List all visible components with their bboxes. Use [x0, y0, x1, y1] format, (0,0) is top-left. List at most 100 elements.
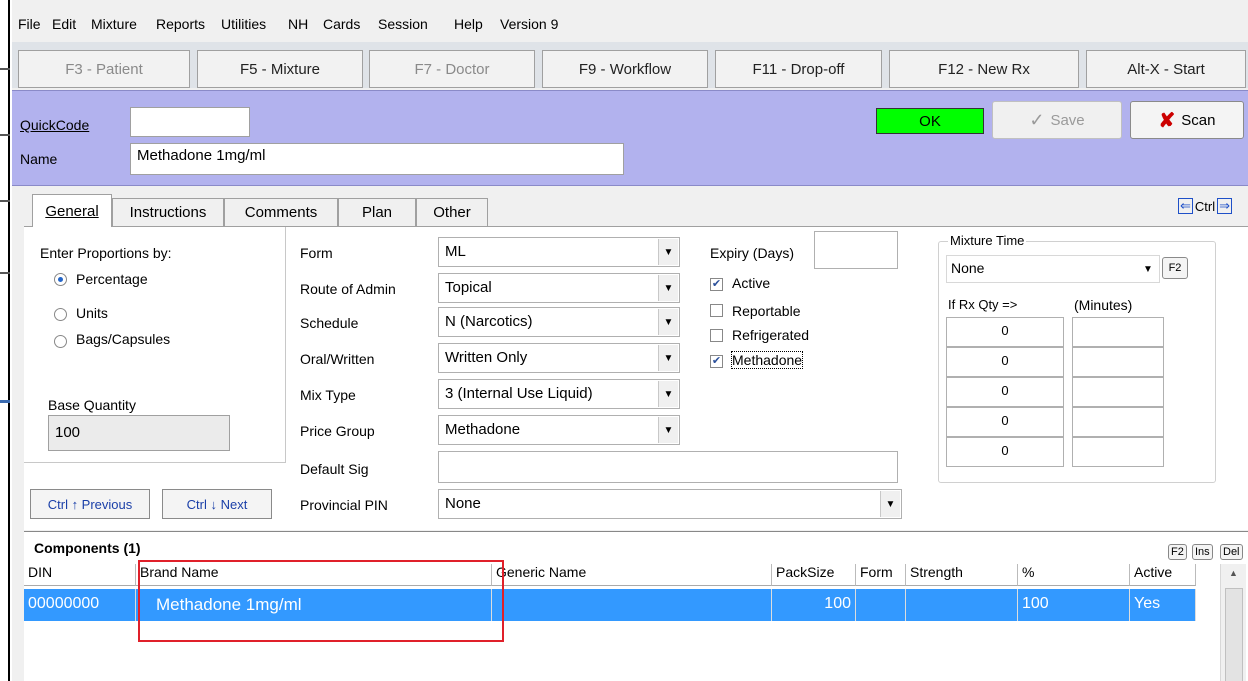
menu-reports[interactable]: Reports — [156, 16, 205, 32]
refrigerated-checkbox[interactable] — [710, 329, 723, 342]
ins-key-button[interactable]: Ins — [1192, 544, 1213, 560]
chevron-down-icon[interactable]: ▼ — [658, 345, 678, 371]
components-title: Components (1) — [34, 540, 141, 556]
minutes-input-1[interactable] — [1072, 317, 1164, 347]
column-header-strength[interactable]: Strength — [906, 564, 1018, 586]
tab-strip: General Instructions Comments Plan Other… — [12, 186, 1248, 227]
radio-units[interactable] — [54, 308, 67, 321]
form-label: Form — [300, 245, 333, 261]
rx-qty-input-2[interactable]: 0 — [946, 347, 1064, 377]
chevron-down-icon[interactable]: ▼ — [658, 239, 678, 265]
oral-written-select[interactable]: Written Only ▼ — [438, 343, 680, 373]
rx-qty-input-5[interactable]: 0 — [946, 437, 1064, 467]
start-button[interactable]: Alt-X - Start — [1086, 50, 1246, 88]
mixture-time-select[interactable]: None ▼ — [946, 255, 1160, 283]
f2-key-button[interactable]: F2 — [1168, 544, 1187, 560]
new-rx-button[interactable]: F12 - New Rx — [889, 50, 1079, 88]
arrow-right-icon[interactable]: ⇒ — [1217, 198, 1233, 214]
menu-mixture[interactable]: Mixture — [91, 16, 137, 32]
chevron-down-icon[interactable]: ▼ — [658, 275, 678, 301]
menu-session[interactable]: Session — [378, 16, 428, 32]
minutes-input-4[interactable] — [1072, 407, 1164, 437]
menu-version[interactable]: Version 9 — [500, 16, 558, 32]
provincial-pin-select[interactable]: None ▼ — [438, 489, 902, 519]
minutes-input-5[interactable] — [1072, 437, 1164, 467]
close-x-icon: ✘ — [1158, 109, 1176, 132]
menu-edit[interactable]: Edit — [52, 16, 76, 32]
route-select[interactable]: Topical ▼ — [438, 273, 680, 303]
general-tab-panel: Enter Proportions by: Percentage Units B… — [24, 226, 1248, 530]
tab-plan-label: Plan — [361, 204, 393, 221]
tab-other-label: Other — [433, 204, 471, 221]
mix-type-select[interactable]: 3 (Internal Use Liquid) ▼ — [438, 379, 680, 409]
window-left-frame — [0, 0, 10, 681]
drop-off-button[interactable]: F11 - Drop-off — [715, 50, 882, 88]
route-value: Topical — [445, 279, 492, 296]
chevron-down-icon[interactable]: ▼ — [658, 417, 678, 443]
doctor-button[interactable]: F7 - Doctor — [369, 50, 535, 88]
chevron-down-icon[interactable]: ▼ — [658, 381, 678, 407]
schedule-select[interactable]: N (Narcotics) ▼ — [438, 307, 680, 337]
menu-file[interactable]: File — [18, 16, 41, 32]
rx-qty-label: If Rx Qty => — [948, 297, 1018, 312]
del-key-button[interactable]: Del — [1220, 544, 1243, 560]
tab-comments[interactable]: Comments — [224, 198, 338, 226]
mixture-time-value: None — [951, 260, 985, 276]
menu-utilities[interactable]: Utilities — [221, 16, 266, 32]
scroll-up-icon[interactable]: ▲ — [1229, 568, 1238, 578]
name-input[interactable]: Methadone 1mg/ml — [130, 143, 624, 175]
menu-help[interactable]: Help — [454, 16, 483, 32]
tab-instructions[interactable]: Instructions — [112, 198, 224, 226]
scrollbar-thumb[interactable] — [1225, 588, 1243, 681]
active-checkbox[interactable]: ✔ — [710, 278, 723, 291]
frame-tick — [0, 400, 10, 403]
column-header-generic-name[interactable]: Generic Name — [492, 564, 772, 586]
radio-bags-capsules[interactable] — [54, 335, 67, 348]
next-button[interactable]: Ctrl ↓ Next — [162, 489, 272, 519]
tab-other[interactable]: Other — [416, 198, 488, 226]
scan-button[interactable]: ✘ Scan — [1130, 101, 1244, 139]
column-header-form[interactable]: Form — [856, 564, 906, 586]
f2-button[interactable]: F2 — [1162, 257, 1188, 279]
radio-units-label: Units — [76, 305, 108, 321]
workflow-button[interactable]: F9 - Workflow — [542, 50, 708, 88]
chevron-down-icon[interactable]: ▼ — [880, 491, 900, 517]
menu-nh[interactable]: NH — [288, 16, 308, 32]
price-group-label: Price Group — [300, 423, 375, 439]
menu-bar: File Edit Mixture Reports Utilities NH C… — [12, 12, 1248, 36]
column-header-din[interactable]: DIN — [24, 564, 136, 586]
mixture-button[interactable]: F5 - Mixture — [197, 50, 363, 88]
chevron-down-icon[interactable]: ▼ — [658, 309, 678, 335]
minutes-input-3[interactable] — [1072, 377, 1164, 407]
reportable-label: Reportable — [732, 303, 801, 319]
previous-button[interactable]: Ctrl ↑ Previous — [30, 489, 150, 519]
menu-cards[interactable]: Cards — [323, 16, 360, 32]
tab-plan[interactable]: Plan — [338, 198, 416, 226]
save-button[interactable]: ✓ Save — [992, 101, 1122, 139]
expiry-input[interactable] — [814, 231, 898, 269]
minutes-input-2[interactable] — [1072, 347, 1164, 377]
quickcode-input[interactable] — [130, 107, 250, 137]
tab-general[interactable]: General — [32, 194, 112, 227]
form-select[interactable]: ML ▼ — [438, 237, 680, 267]
reportable-checkbox[interactable] — [710, 304, 723, 317]
price-group-select[interactable]: Methadone ▼ — [438, 415, 680, 445]
rx-qty-input-1[interactable]: 0 — [946, 317, 1064, 347]
column-header-percent[interactable]: % — [1018, 564, 1130, 586]
base-quantity-label: Base Quantity — [48, 397, 136, 413]
oral-written-value: Written Only — [445, 349, 528, 366]
active-label: Active — [732, 275, 771, 291]
rx-qty-input-4[interactable]: 0 — [946, 407, 1064, 437]
vertical-scrollbar[interactable]: ▲ — [1220, 564, 1246, 681]
column-header-packsize[interactable]: PackSize — [772, 564, 856, 586]
chevron-down-icon[interactable]: ▼ — [1138, 257, 1158, 281]
methadone-checkbox[interactable]: ✔ — [710, 355, 723, 368]
arrow-left-icon[interactable]: ⇐ — [1178, 198, 1193, 214]
column-header-active[interactable]: Active — [1130, 564, 1196, 586]
oral-written-label: Oral/Written — [300, 351, 375, 367]
rx-qty-input-3[interactable]: 0 — [946, 377, 1064, 407]
patient-button[interactable]: F3 - Patient — [18, 50, 190, 88]
default-sig-input[interactable] — [438, 451, 898, 483]
radio-percentage[interactable] — [54, 273, 67, 286]
expiry-label: Expiry (Days) — [710, 245, 795, 261]
